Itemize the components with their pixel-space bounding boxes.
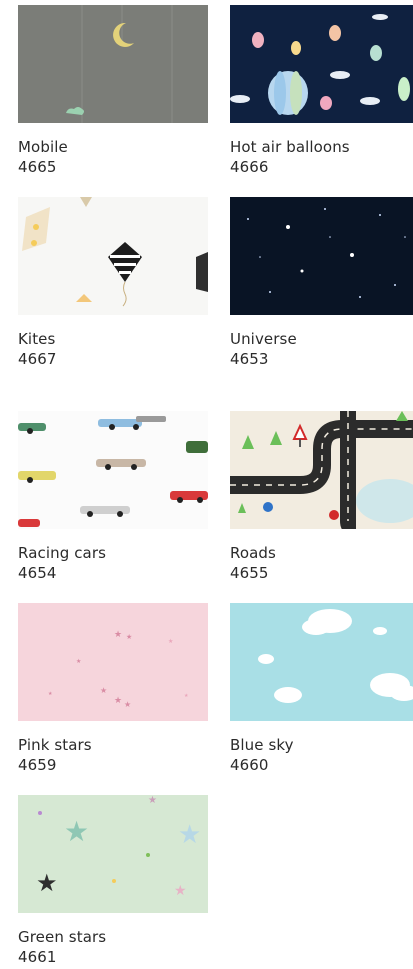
product-title[interactable]: Mobile xyxy=(18,137,208,157)
svg-text:★: ★ xyxy=(76,658,81,665)
thumbnail-roads[interactable] xyxy=(230,411,413,529)
product-title[interactable]: Racing cars xyxy=(18,543,208,563)
thumbnail-pink-stars[interactable]: ★ ★ ★ ★ ★ ★ ★ ★ ★ xyxy=(18,603,208,721)
product-title[interactable]: Green stars xyxy=(18,927,208,947)
product-code: 4667 xyxy=(18,350,57,368)
product-code: 4661 xyxy=(18,948,57,966)
product-code: 4654 xyxy=(18,564,57,582)
product-card-kites[interactable]: Kites 4667 xyxy=(18,197,208,369)
svg-text:★: ★ xyxy=(114,630,122,640)
product-title[interactable]: Hot air balloons xyxy=(230,137,413,157)
product-card-pink-stars[interactable]: ★ ★ ★ ★ ★ ★ ★ ★ ★ Pink stars 4659 xyxy=(18,603,208,775)
product-card-blue-sky[interactable]: Blue sky 4660 xyxy=(230,603,413,775)
product-title[interactable]: Universe xyxy=(230,329,413,349)
svg-text:★: ★ xyxy=(64,815,89,848)
product-code: 4660 xyxy=(230,756,269,774)
product-title[interactable]: Pink stars xyxy=(18,735,208,755)
thumbnail-blue-sky[interactable] xyxy=(230,603,413,721)
product-card-mobile[interactable]: Mobile 4665 xyxy=(18,5,208,177)
thumbnail-kites[interactable] xyxy=(18,197,208,315)
svg-text:★: ★ xyxy=(174,883,187,899)
product-card-green-stars[interactable]: ★ ★ ★ ★ ★ Green stars 4661 xyxy=(18,795,208,967)
product-code: 4659 xyxy=(18,756,57,774)
svg-text:★: ★ xyxy=(126,633,132,641)
svg-text:★: ★ xyxy=(36,869,58,897)
product-card-universe[interactable]: Universe 4653 xyxy=(230,197,413,369)
product-card-hot-air-balloons[interactable]: Hot air balloons 4666 xyxy=(230,5,413,177)
product-code: 4665 xyxy=(18,158,57,176)
svg-text:★: ★ xyxy=(168,638,173,645)
product-code: 4666 xyxy=(230,158,269,176)
product-title[interactable]: Roads xyxy=(230,543,413,563)
svg-text:★: ★ xyxy=(178,820,201,850)
thumbnail-racing-cars[interactable] xyxy=(18,411,208,529)
product-title[interactable]: Blue sky xyxy=(230,735,413,755)
thumbnail-mobile[interactable] xyxy=(18,5,208,123)
product-card-racing-cars[interactable]: Racing cars 4654 xyxy=(18,411,208,583)
svg-text:★: ★ xyxy=(124,700,131,709)
product-code: 4655 xyxy=(230,564,269,582)
product-title[interactable]: Kites xyxy=(18,329,208,349)
thumbnail-hot-air-balloons[interactable] xyxy=(230,5,413,123)
thumbnail-green-stars[interactable]: ★ ★ ★ ★ ★ xyxy=(18,795,208,913)
product-card-roads[interactable]: Roads 4655 xyxy=(230,411,413,583)
product-code: 4653 xyxy=(230,350,269,368)
svg-text:★: ★ xyxy=(48,691,53,697)
svg-text:★: ★ xyxy=(100,686,107,695)
thumbnail-universe[interactable] xyxy=(230,197,413,315)
svg-text:★: ★ xyxy=(114,696,122,706)
svg-text:★: ★ xyxy=(148,795,157,806)
wallpaper-grid: Mobile 4665 Hot air balloons 4666 Kites … xyxy=(0,0,413,969)
svg-text:★: ★ xyxy=(184,693,189,699)
